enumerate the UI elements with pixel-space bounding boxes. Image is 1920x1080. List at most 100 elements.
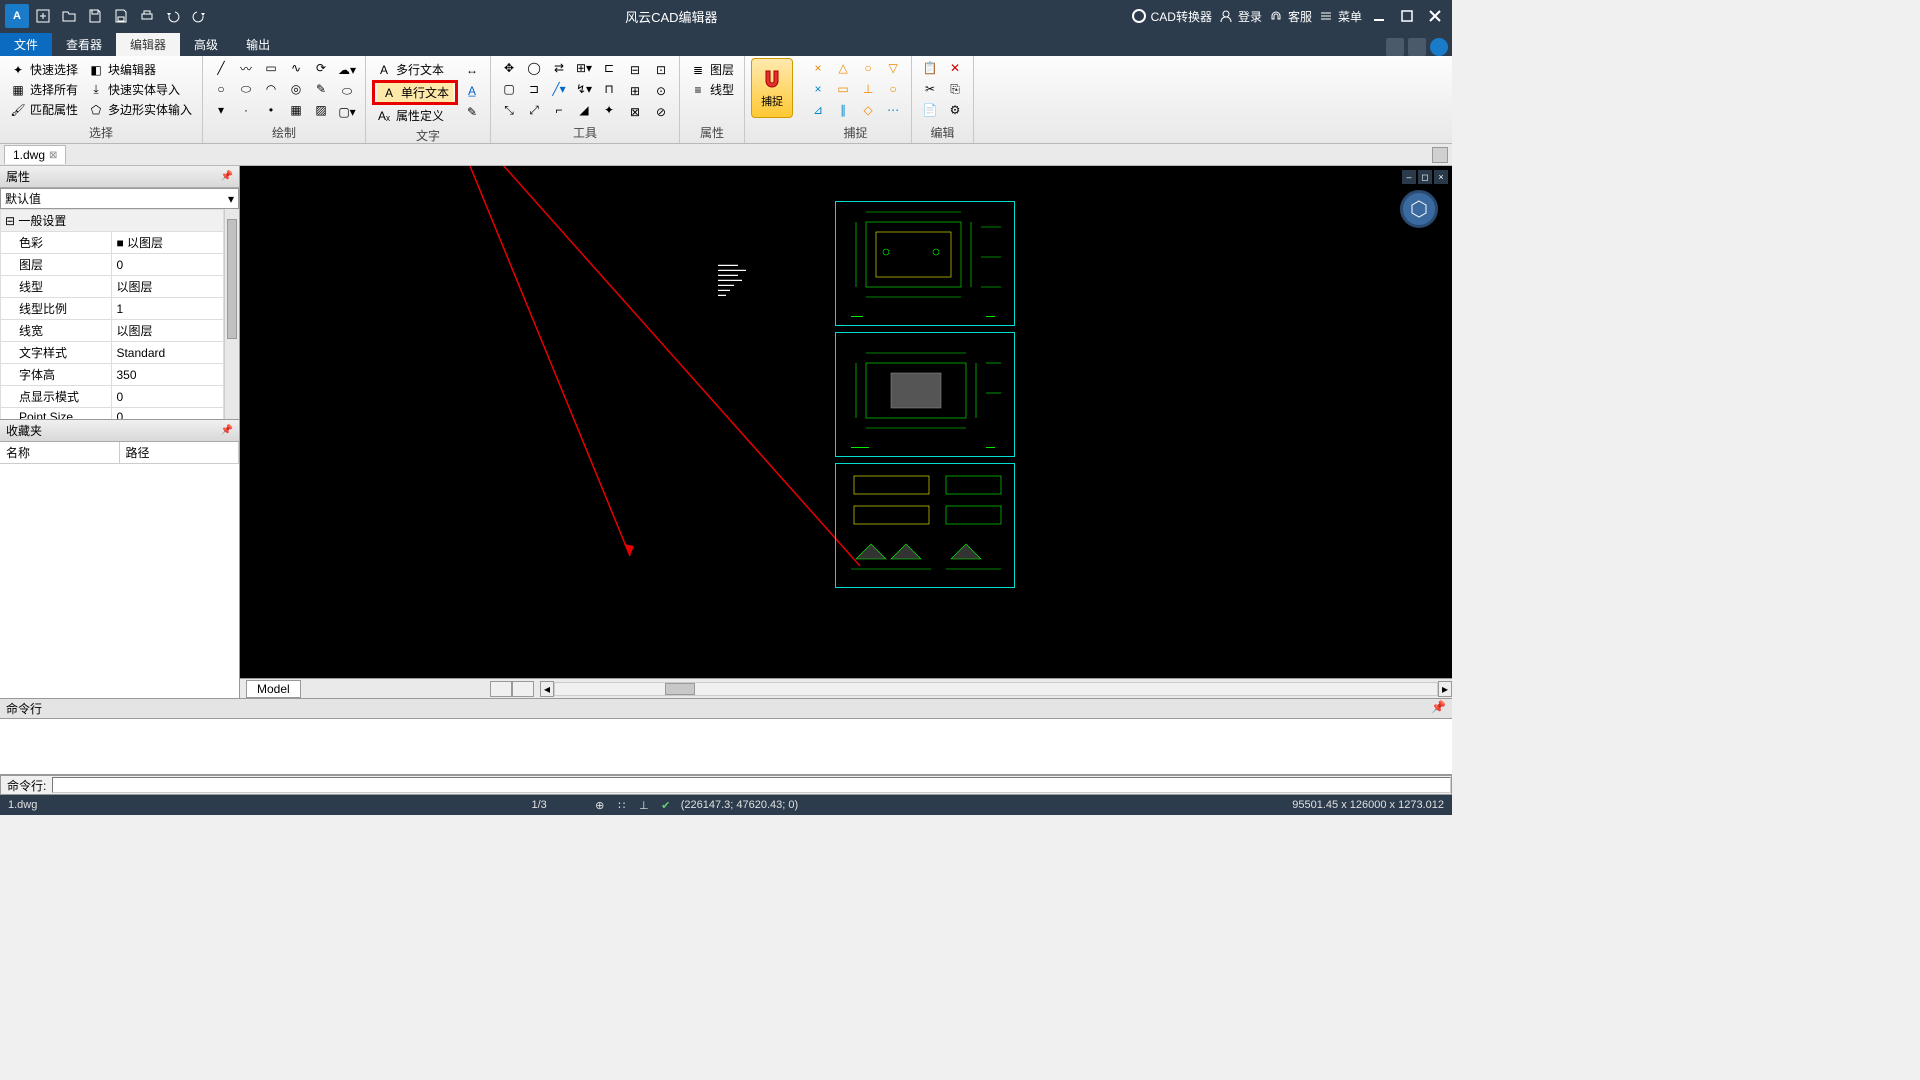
snap-int-icon[interactable]: ▭ [831, 79, 855, 99]
match-props-button[interactable]: 🖌匹配属性 [6, 100, 82, 119]
ring-icon[interactable]: ◎ [284, 79, 308, 99]
file-tab[interactable]: 1.dwg⊠ [4, 145, 66, 164]
props-scrollbar[interactable] [224, 209, 239, 419]
snap-near-icon[interactable]: ⊿ [806, 100, 830, 120]
section-general[interactable]: 一般设置 [1, 210, 224, 232]
table-icon[interactable]: ▦ [284, 100, 308, 120]
offset-icon[interactable]: ⊏ [597, 58, 621, 78]
cad-converter-button[interactable]: CAD转换器 [1131, 8, 1212, 25]
circle-icon[interactable]: ○ [209, 79, 233, 99]
edit-text-icon[interactable]: ✎ [460, 102, 484, 122]
select-all-button[interactable]: ▦选择所有 [6, 80, 82, 99]
copy2-icon[interactable]: ⎘ [943, 79, 967, 99]
spline-icon[interactable]: ∿ [284, 58, 308, 78]
prop-row[interactable]: Point Size0 [1, 408, 224, 420]
prop-row[interactable]: 图层0 [1, 254, 224, 276]
polyline-icon[interactable]: 〰 [234, 58, 258, 78]
prop-row[interactable]: 点显示模式0 [1, 386, 224, 408]
layer-button[interactable]: ≣图层 [686, 60, 738, 79]
rotate-icon[interactable]: ⟳ [309, 58, 333, 78]
cmd-input[interactable] [52, 777, 1451, 793]
snap-ext-icon[interactable]: ⋯ [881, 100, 905, 120]
undo-icon[interactable] [160, 3, 186, 29]
prop-row[interactable]: 色彩■ 以图层 [1, 232, 224, 254]
fillet-icon[interactable]: ⌐ [547, 100, 571, 120]
ribbon-opt2-icon[interactable] [1408, 38, 1426, 56]
snap-tan-icon[interactable]: ○ [881, 79, 905, 99]
scale-icon[interactable]: ⤡ [497, 100, 521, 120]
quick-entity-import-button[interactable]: ⤓快速实体导入 [84, 80, 196, 99]
maximize-button[interactable] [1396, 5, 1418, 27]
tab-editor[interactable]: 编辑器 [116, 33, 180, 56]
layout-scroll[interactable] [490, 681, 534, 697]
sb-icon1[interactable]: ⊕ [593, 798, 607, 812]
vp-close-icon[interactable]: × [1434, 170, 1448, 184]
circ-icon[interactable]: ◯ [522, 58, 546, 78]
nav-cube-button[interactable] [1400, 190, 1438, 228]
copy-icon[interactable]: ▢ [497, 79, 521, 99]
trim-icon[interactable]: ⊐ [522, 79, 546, 99]
vp-max-icon[interactable]: ◻ [1418, 170, 1432, 184]
snap-quad-icon[interactable]: × [806, 79, 830, 99]
delete-icon[interactable]: ✕ [943, 58, 967, 78]
cloud-icon[interactable]: ☁▾ [335, 60, 359, 80]
props-icon[interactable]: ⚙ [943, 100, 967, 120]
pencil-icon[interactable]: ✎ [309, 79, 333, 99]
drawing-canvas[interactable]: – ◻ × ▬▬▬▬▬▬▬▬▬▬▬▬▬▬▬▬▬▬▬▬▬▬▬▬▬▬▬▬▬▬▬▬ [240, 166, 1452, 678]
arc-icon[interactable]: ◠ [259, 79, 283, 99]
snap-toggle-button[interactable]: 捕捉 [751, 58, 793, 118]
minimize-button[interactable] [1368, 5, 1390, 27]
snap-mid-icon[interactable]: △ [831, 58, 855, 78]
ungroup-icon[interactable]: ⊠ [623, 102, 647, 122]
dot-icon[interactable]: • [259, 100, 283, 120]
stretch-icon[interactable]: ⤢ [522, 100, 546, 120]
pin-icon[interactable]: 📌 [221, 425, 233, 436]
saveas-icon[interactable] [108, 3, 134, 29]
box-icon[interactable]: ▢▾ [335, 102, 359, 122]
print-icon[interactable] [134, 3, 160, 29]
tab-viewer[interactable]: 查看器 [52, 33, 116, 56]
cmd-history[interactable] [0, 719, 1452, 775]
h-scrollbar[interactable]: ◂ ▸ [540, 681, 1452, 697]
prop-row[interactable]: 线宽以图层 [1, 320, 224, 342]
pasteclip-icon[interactable]: 📄 [918, 100, 942, 120]
pin-icon[interactable]: 📌 [221, 171, 233, 182]
pin-icon[interactable]: 📌 [1431, 700, 1446, 717]
h-scroll-thumb[interactable] [665, 683, 695, 695]
prop-row[interactable]: 字体高350 [1, 364, 224, 386]
sb-icon3[interactable]: ⊥ [637, 798, 651, 812]
block-editor-button[interactable]: ◧块编辑器 [84, 60, 196, 79]
login-button[interactable]: 登录 [1218, 8, 1262, 25]
tab-file[interactable]: 文件 [0, 33, 52, 56]
support-button[interactable]: 客服 [1268, 8, 1312, 25]
chamfer-icon[interactable]: ◢ [572, 100, 596, 120]
ribbon-opt1-icon[interactable] [1386, 38, 1404, 56]
t1-icon[interactable]: ⊡ [649, 60, 673, 80]
app-logo[interactable]: A [4, 3, 30, 29]
t3-icon[interactable]: ⊘ [649, 102, 673, 122]
mtext-button[interactable]: A多行文本 [372, 60, 458, 79]
ellipse2-icon[interactable]: ⬭ [335, 81, 359, 101]
snap-par-icon[interactable]: ∥ [831, 100, 855, 120]
tab-dropdown-icon[interactable] [1432, 147, 1448, 163]
snap-cen-icon[interactable]: ○ [856, 58, 880, 78]
line-icon[interactable]: ╱ [209, 58, 233, 78]
font-icon[interactable]: A̲ [460, 81, 484, 101]
open-icon[interactable] [56, 3, 82, 29]
help-icon[interactable] [1430, 38, 1448, 56]
fav-col-name[interactable]: 名称 [0, 442, 120, 463]
dropdown-icon[interactable]: ▾ [209, 100, 233, 120]
single-text-button[interactable]: A单行文本 [377, 83, 453, 102]
mirror-icon[interactable]: ⇄ [547, 58, 571, 78]
tab-output[interactable]: 输出 [232, 33, 284, 56]
text-style-icon[interactable]: ↔ [460, 60, 484, 80]
prop-row[interactable]: 文字样式Standard [1, 342, 224, 364]
polygon-entity-input-button[interactable]: ⬠多边形实体输入 [84, 100, 196, 119]
snap-ins-icon[interactable]: ◇ [856, 100, 880, 120]
quick-select-button[interactable]: ✦快速选择 [6, 60, 82, 79]
group-icon[interactable]: ⊞ [623, 81, 647, 101]
point-icon[interactable]: · [234, 100, 258, 120]
array-icon[interactable]: ⊞▾ [572, 58, 596, 78]
extend-icon[interactable]: ╱▾ [547, 79, 571, 99]
align-icon[interactable]: ⊟ [623, 60, 647, 80]
